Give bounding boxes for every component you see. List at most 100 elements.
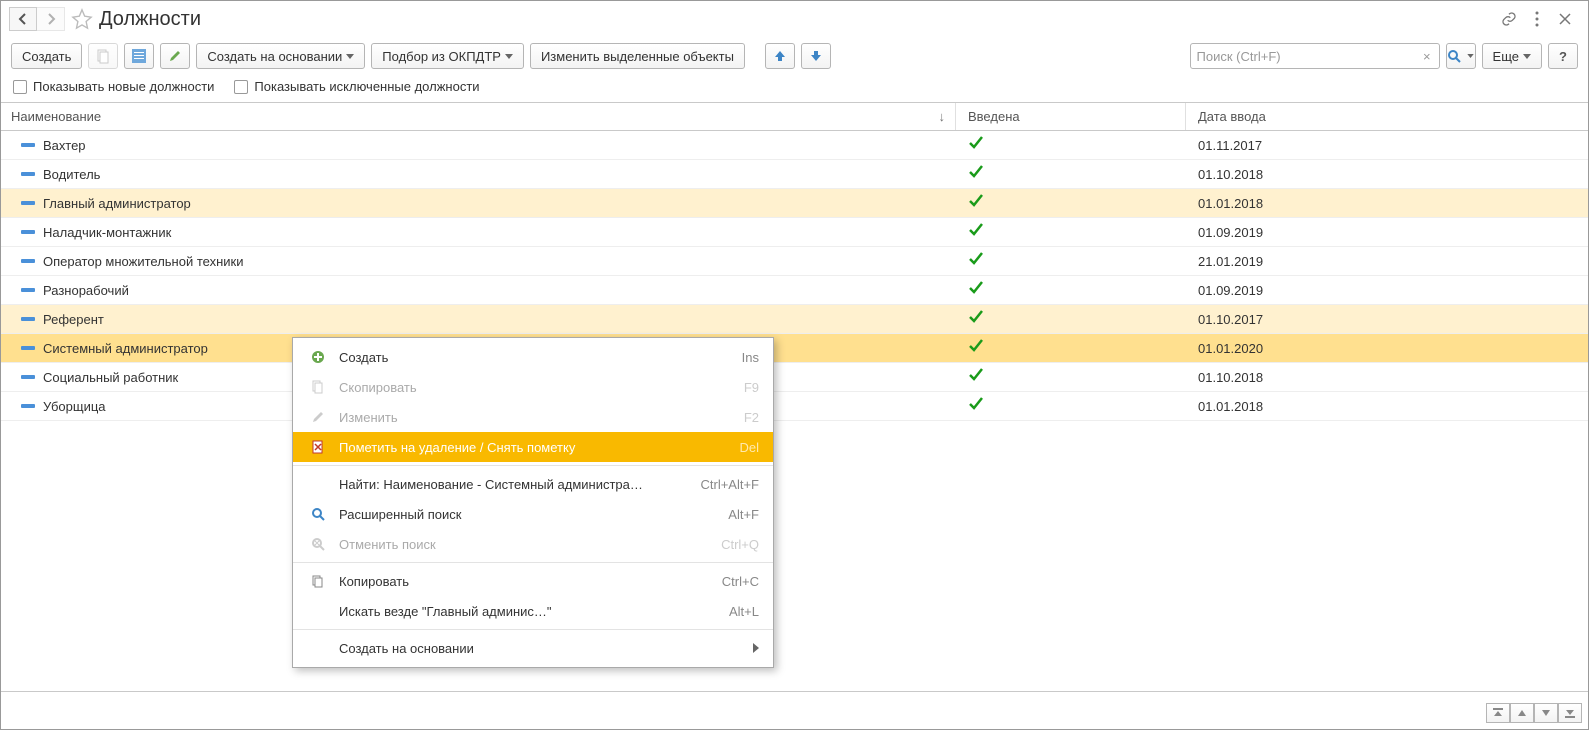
table-row[interactable]: Уборщица01.01.2018: [1, 392, 1588, 421]
menu-shortcut: Ins: [742, 350, 759, 365]
menu-separator: [293, 629, 773, 630]
nav-forward-button[interactable]: [37, 7, 65, 31]
menu-item[interactable]: Расширенный поискAlt+F: [293, 499, 773, 529]
table-row[interactable]: Наладчик-монтажник 01.09.2019: [1, 218, 1588, 247]
list-icon: [132, 49, 146, 63]
cell-date: 01.10.2017: [1198, 312, 1263, 327]
advanced-search-button[interactable]: [1446, 43, 1476, 69]
cell-name: Разнорабочий: [43, 283, 129, 298]
kebab-menu-icon[interactable]: [1528, 10, 1546, 28]
link-icon[interactable]: [1500, 10, 1518, 28]
copy-icon: [307, 574, 329, 588]
menu-item-label: Пометить на удаление / Снять пометку: [339, 440, 739, 455]
grid-scroll-top-button[interactable]: [1486, 703, 1510, 723]
grid-scroll-bottom-button[interactable]: [1558, 703, 1582, 723]
item-icon: [21, 169, 35, 179]
item-icon: [21, 256, 35, 266]
chevron-down-icon: [1523, 54, 1531, 59]
create-button[interactable]: Создать: [11, 43, 82, 69]
menu-shortcut: Ctrl+Q: [721, 537, 759, 552]
search-icon: [307, 507, 329, 521]
menu-item[interactable]: Искать везде "Главный админис…"Alt+L: [293, 596, 773, 626]
menu-item: СкопироватьF9: [293, 372, 773, 402]
bar-down-icon: [1565, 708, 1575, 718]
create-based-button[interactable]: Создать на основании: [196, 43, 365, 69]
edit-selected-button[interactable]: Изменить выделенные объекты: [530, 43, 745, 69]
favorite-star-icon[interactable]: [71, 8, 93, 30]
context-menu: СоздатьInsСкопироватьF9ИзменитьF2Пометит…: [292, 337, 774, 668]
column-header-name-label: Наименование: [11, 109, 101, 124]
search-x-icon: [307, 537, 329, 551]
table-row[interactable]: Водитель01.10.2018: [1, 160, 1588, 189]
bar-up-icon: [1493, 708, 1503, 718]
column-header-date[interactable]: Дата ввода: [1186, 103, 1588, 130]
triangle-down-icon: [1541, 708, 1551, 718]
menu-item[interactable]: СоздатьIns: [293, 342, 773, 372]
menu-shortcut: Ctrl+C: [722, 574, 759, 589]
menu-item[interactable]: Пометить на удаление / Снять пометкуDel: [293, 432, 773, 462]
check-icon: [968, 164, 984, 184]
grid-scroll-up-button[interactable]: [1510, 703, 1534, 723]
menu-item[interactable]: Найти: Наименование - Системный админист…: [293, 469, 773, 499]
table-row[interactable]: Главный администратор01.01.2018: [1, 189, 1588, 218]
grid-header: Наименование ↓ Введена Дата ввода: [1, 103, 1588, 131]
table-row[interactable]: Социальный работник01.10.2018: [1, 363, 1588, 392]
close-icon[interactable]: [1556, 10, 1574, 28]
cell-date: 01.11.2017: [1198, 138, 1262, 153]
table-row[interactable]: Разнорабочий01.09.2019: [1, 276, 1588, 305]
cell-date: 01.10.2018: [1198, 167, 1263, 182]
edit-button[interactable]: [160, 43, 190, 69]
menu-item-label: Расширенный поиск: [339, 507, 728, 522]
cell-name: Социальный работник: [43, 370, 178, 385]
cell-name: Вахтер: [43, 138, 86, 153]
check-icon: [968, 367, 984, 387]
show-new-checkbox[interactable]: Показывать новые должности: [13, 79, 214, 94]
table-row[interactable]: Вахтер 01.11.2017: [1, 131, 1588, 160]
cell-name: Наладчик-монтажник: [43, 225, 171, 240]
menu-shortcut: Alt+F: [728, 507, 759, 522]
grid-body: Вахтер 01.11.2017 Водитель01.10.2018Главны…: [1, 131, 1588, 691]
okpdtr-label: Подбор из ОКПДТР: [382, 49, 501, 64]
list-button[interactable]: [124, 43, 154, 69]
move-down-button[interactable]: [801, 43, 831, 69]
table-row[interactable]: Системный администратор01.01.2020: [1, 334, 1588, 363]
item-icon: [21, 285, 35, 295]
check-icon: [968, 135, 984, 155]
menu-shortcut: Del: [739, 440, 759, 455]
sort-asc-icon: ↓: [939, 109, 946, 124]
search-box[interactable]: ×: [1190, 43, 1440, 69]
okpdtr-button[interactable]: Подбор из ОКПДТР: [371, 43, 524, 69]
search-input[interactable]: [1195, 48, 1419, 65]
clear-search-icon[interactable]: ×: [1419, 49, 1435, 64]
menu-item[interactable]: КопироватьCtrl+C: [293, 566, 773, 596]
menu-item[interactable]: Создать на основании: [293, 633, 773, 663]
menu-item: ИзменитьF2: [293, 402, 773, 432]
show-excluded-label: Показывать исключенные должности: [254, 79, 479, 94]
table-row[interactable]: Референт 01.10.2017: [1, 305, 1588, 334]
copy-button[interactable]: [88, 43, 118, 69]
cell-date: 01.09.2019: [1198, 225, 1263, 240]
nav-back-button[interactable]: [9, 7, 37, 31]
plus-icon: [307, 350, 329, 364]
help-button[interactable]: ?: [1548, 43, 1578, 69]
create-based-label: Создать на основании: [207, 49, 342, 64]
menu-shortcut: F9: [744, 380, 759, 395]
move-up-button[interactable]: [765, 43, 795, 69]
check-icon: [968, 309, 984, 329]
check-icon: [968, 338, 984, 358]
item-icon: [21, 401, 35, 411]
magnifier-icon: [1447, 49, 1461, 63]
column-header-introduced[interactable]: Введена: [956, 103, 1186, 130]
menu-item-label: Искать везде "Главный админис…": [339, 604, 729, 619]
filter-bar: Показывать новые должности Показывать ис…: [1, 75, 1588, 102]
more-button[interactable]: Еще: [1482, 43, 1542, 69]
show-excluded-checkbox[interactable]: Показывать исключенные должности: [234, 79, 479, 94]
grid-scroll-down-button[interactable]: [1534, 703, 1558, 723]
chevron-down-icon: [505, 54, 513, 59]
cell-date: 01.01.2018: [1198, 399, 1263, 414]
table-row[interactable]: Оператор множительной техники21.01.2019: [1, 247, 1588, 276]
column-header-name[interactable]: Наименование ↓: [1, 103, 956, 130]
menu-item-label: Скопировать: [339, 380, 744, 395]
cell-name: Референт: [43, 312, 104, 327]
checkbox-icon: [13, 80, 27, 94]
